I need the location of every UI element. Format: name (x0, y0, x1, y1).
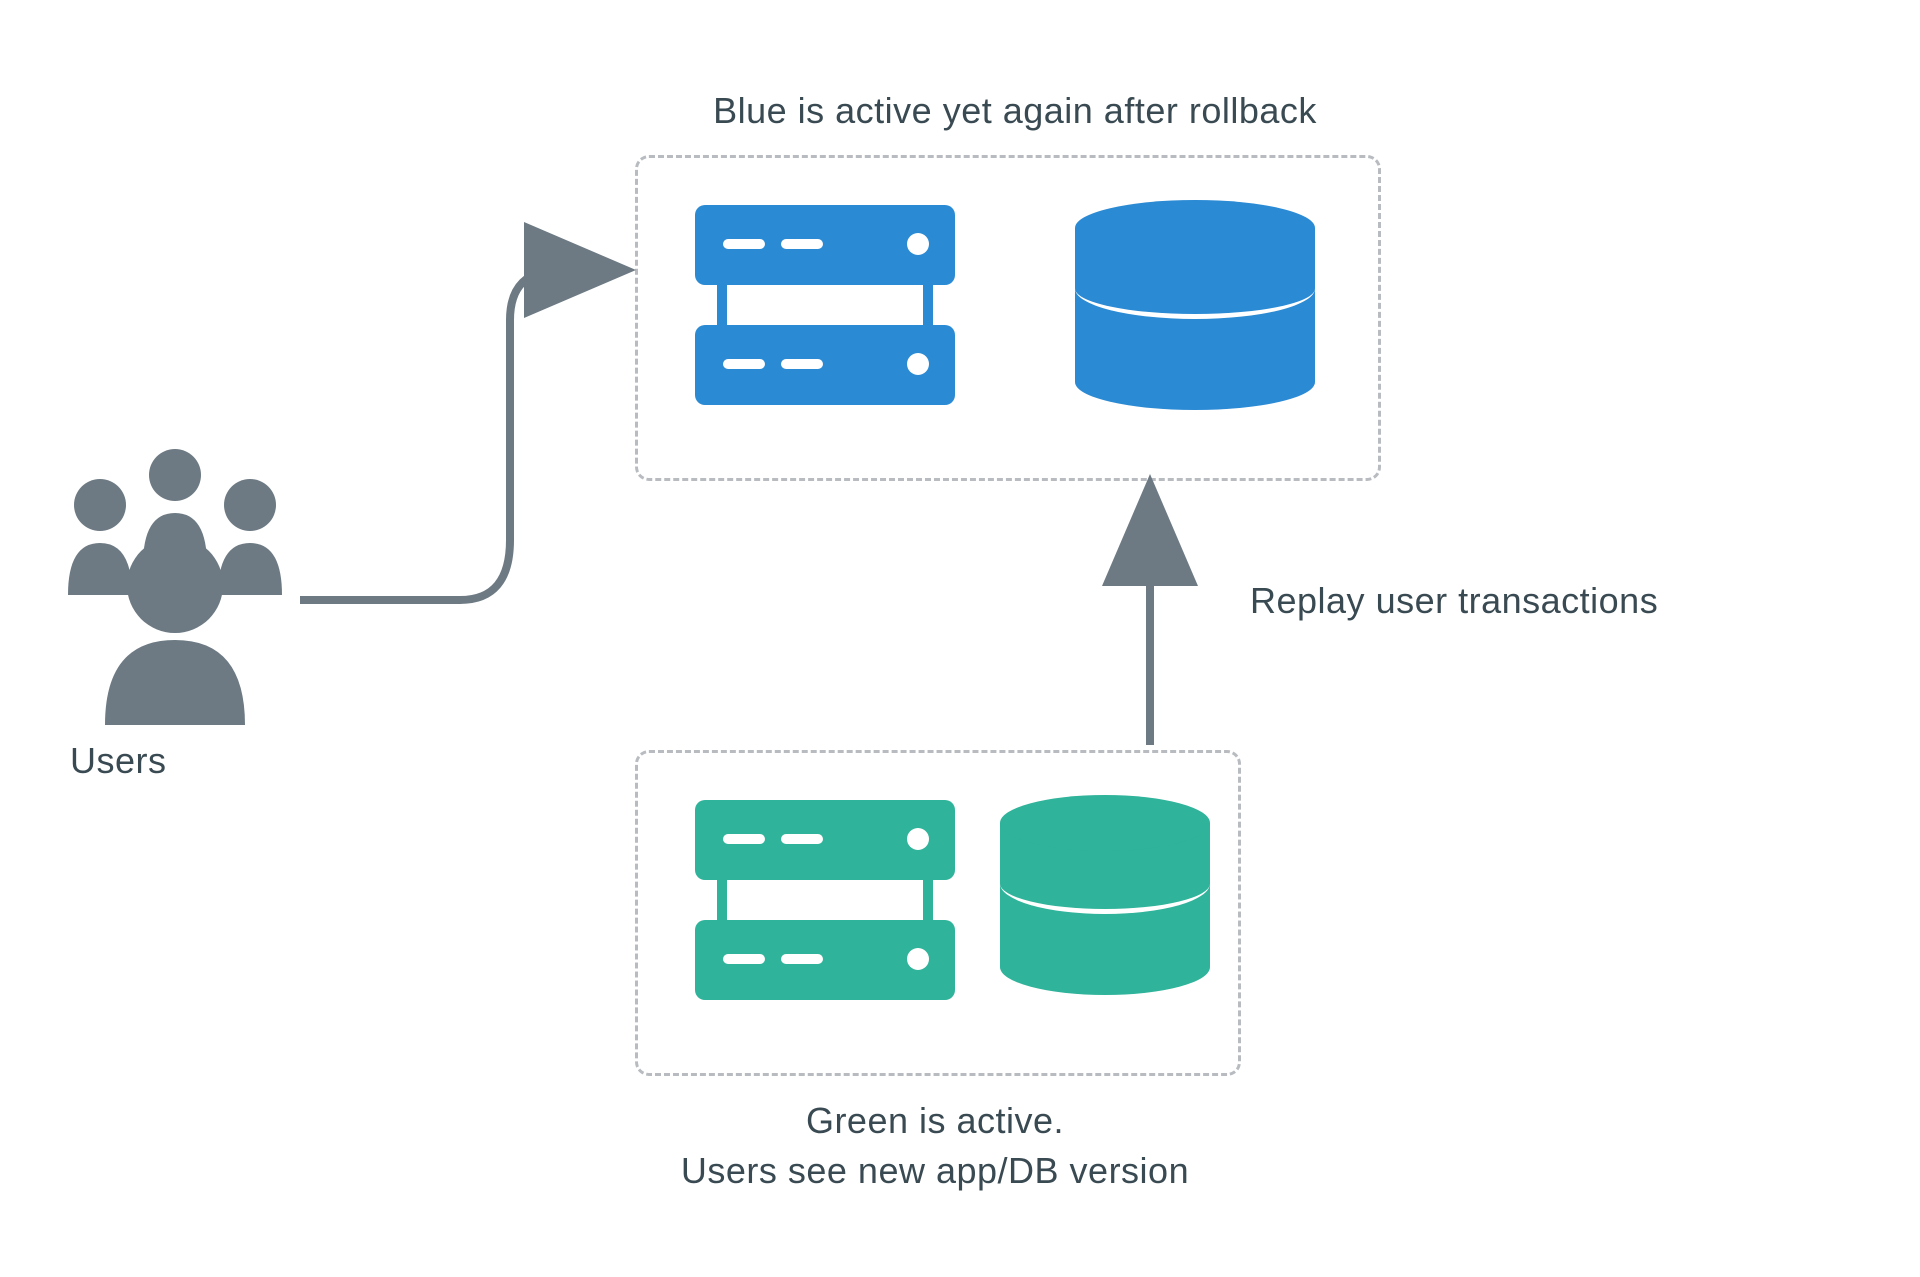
replay-label: Replay user transactions (1250, 580, 1658, 622)
diagram-canvas: Users Blue is active yet again after rol… (0, 0, 1920, 1277)
arrow-replay-transactions (0, 0, 1920, 1277)
